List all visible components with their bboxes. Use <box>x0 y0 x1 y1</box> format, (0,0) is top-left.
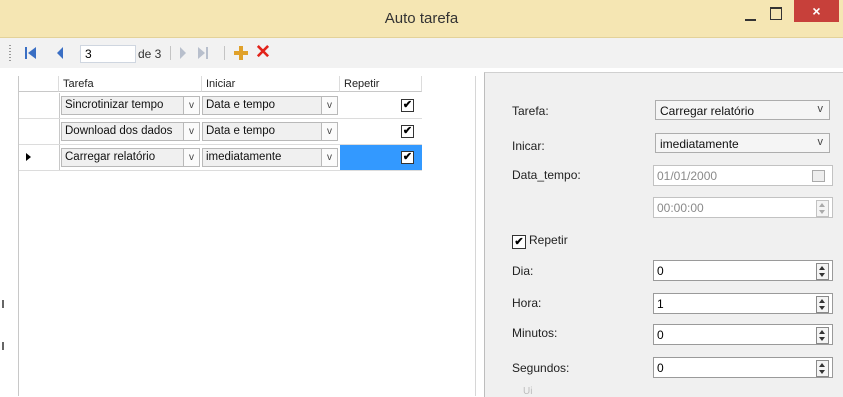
move-next-icon[interactable] <box>180 47 186 59</box>
column-header-tarefa[interactable]: Tarefa <box>59 76 202 92</box>
hora-stepper[interactable]: 1 <box>653 293 833 314</box>
tarefa-combo[interactable]: Sincrotinizar tempo v <box>61 96 200 115</box>
repetir-checkbox[interactable]: ✔ <box>512 235 526 249</box>
current-row-icon <box>26 153 31 161</box>
chevron-down-icon[interactable]: v <box>321 149 337 166</box>
separator <box>224 46 225 60</box>
minutos-label: Minutos: <box>512 326 558 340</box>
chevron-down-icon[interactable]: v <box>818 103 824 115</box>
dia-label: Dia: <box>512 264 534 278</box>
spin-arrows-icon[interactable] <box>816 200 829 217</box>
chevron-down-icon[interactable]: v <box>183 149 199 166</box>
date-value: 01/01/2000 <box>657 169 718 183</box>
chevron-down-icon[interactable]: v <box>183 123 199 140</box>
spin-arrows-icon[interactable] <box>816 360 829 377</box>
iniciar-value: Data e tempo <box>206 99 276 111</box>
move-last-icon[interactable] <box>198 47 210 61</box>
tarefa-select[interactable]: Carregar relatório v <box>655 100 830 120</box>
iniciar-select-value: imediatamente <box>660 137 739 151</box>
spin-arrows-icon[interactable] <box>816 263 829 280</box>
date-picker[interactable]: 01/01/2000 <box>653 165 833 186</box>
tarefa-value: Download dos dados <box>65 125 173 137</box>
tarefa-value: Sincrotinizar tempo <box>65 99 164 111</box>
iniciar-combo[interactable]: Data e tempo v <box>202 96 338 115</box>
table-row-current[interactable]: Carregar relatório v imediatamente v ✔ <box>19 145 422 171</box>
dia-value: 0 <box>657 264 664 278</box>
tarefa-label: Tarefa: <box>512 104 549 118</box>
calendar-icon[interactable] <box>812 170 825 182</box>
repetir-cell-selected[interactable]: ✔ <box>340 145 422 170</box>
minimize-button[interactable] <box>744 9 758 23</box>
spin-arrows-icon[interactable] <box>816 296 829 313</box>
segundos-stepper[interactable]: 0 <box>653 357 833 378</box>
maximize-button[interactable] <box>770 7 782 20</box>
move-previous-icon[interactable] <box>57 47 63 59</box>
segundos-value: 0 <box>657 361 664 375</box>
row-header-corner <box>19 76 59 92</box>
tarefa-value: Carregar relatório <box>65 151 156 163</box>
separator <box>170 46 171 60</box>
repetir-cell[interactable]: ✔ <box>340 93 422 118</box>
tarefa-combo[interactable]: Download dos dados v <box>61 122 200 141</box>
dia-stepper[interactable]: 0 <box>653 260 833 281</box>
row-header[interactable] <box>19 119 60 144</box>
repetir-checkbox[interactable]: ✔ <box>401 99 414 112</box>
toolbar-grip[interactable] <box>9 45 11 61</box>
minutos-value: 0 <box>657 328 664 342</box>
tarefa-select-value: Carregar relatório <box>660 104 755 118</box>
delete-icon[interactable]: ✕ <box>255 43 271 62</box>
repetir-label: Repetir <box>529 233 568 247</box>
iniciar-value: Data e tempo <box>206 125 276 137</box>
edge-tick <box>2 342 4 350</box>
iniciar-combo[interactable]: imediatamente v <box>202 148 338 167</box>
segundos-label: Segundos: <box>512 361 570 375</box>
chevron-down-icon[interactable]: v <box>321 97 337 114</box>
row-header[interactable] <box>19 93 60 118</box>
repetir-checkbox[interactable]: ✔ <box>401 151 414 164</box>
time-picker[interactable]: 00:00:00 <box>653 197 833 218</box>
hora-value: 1 <box>657 297 664 311</box>
chevron-down-icon[interactable]: v <box>183 97 199 114</box>
column-header-repetir[interactable]: Repetir <box>340 76 422 92</box>
window-title: Auto tarefa <box>384 10 459 27</box>
cut-off-label: Ui <box>523 386 533 397</box>
iniciar-select[interactable]: imediatamente v <box>655 133 830 153</box>
details-panel: Tarefa: Carregar relatório v Inicar: ime… <box>484 72 843 397</box>
minutos-stepper[interactable]: 0 <box>653 324 833 345</box>
table-row[interactable]: Download dos dados v Data e tempo v ✔ <box>19 119 422 145</box>
position-input[interactable]: 3 <box>80 45 136 63</box>
close-button[interactable]: × <box>794 0 839 22</box>
chevron-down-icon[interactable]: v <box>321 123 337 140</box>
iniciar-value: imediatamente <box>206 151 282 163</box>
title-bar: Auto tarefa × <box>0 0 843 38</box>
time-value: 00:00:00 <box>657 201 704 215</box>
record-count: de 3 <box>138 47 162 61</box>
spin-arrows-icon[interactable] <box>816 327 829 344</box>
repetir-cell[interactable]: ✔ <box>340 119 422 144</box>
column-header-iniciar[interactable]: Iniciar <box>202 76 340 92</box>
binding-navigator: 3 de 3 ✕ <box>0 38 843 68</box>
iniciar-combo[interactable]: Data e tempo v <box>202 122 338 141</box>
add-new-icon[interactable] <box>234 46 248 60</box>
move-first-icon[interactable] <box>25 46 37 60</box>
edge-tick <box>2 300 4 308</box>
repetir-checkbox[interactable]: ✔ <box>401 125 414 138</box>
chevron-down-icon[interactable]: v <box>818 136 824 148</box>
hora-label: Hora: <box>512 296 542 310</box>
task-grid[interactable]: Tarefa Iniciar Repetir Sincrotinizar tem… <box>18 76 476 396</box>
row-header[interactable] <box>19 145 60 170</box>
iniciar-label: Inicar: <box>512 139 545 153</box>
table-row[interactable]: Sincrotinizar tempo v Data e tempo v ✔ <box>19 93 422 119</box>
data-tempo-label: Data_tempo: <box>512 168 581 182</box>
tarefa-combo[interactable]: Carregar relatório v <box>61 148 200 167</box>
